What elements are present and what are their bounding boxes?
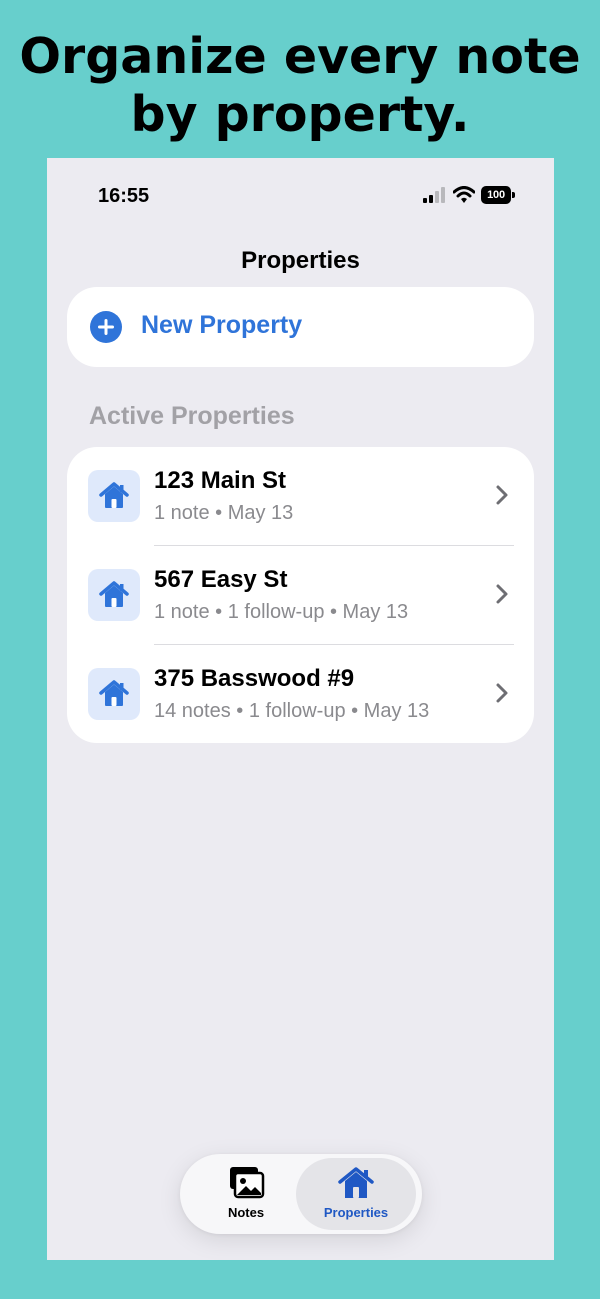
property-row[interactable]: 123 Main St 1 note • May 13	[67, 447, 534, 545]
house-icon	[99, 581, 129, 607]
property-row[interactable]: 375 Basswood #9 14 notes • 1 follow-up •…	[67, 645, 534, 743]
tab-notes[interactable]: Notes	[202, 1154, 290, 1234]
wifi-icon	[453, 186, 475, 203]
headline-line-1: Organize every note	[19, 28, 581, 85]
property-meta: 14 notes • 1 follow-up • May 13	[154, 700, 430, 722]
property-row[interactable]: 567 Easy St 1 note • 1 follow-up • May 1…	[67, 546, 534, 644]
property-icon-tile	[88, 668, 140, 720]
status-bar: 16:55 100	[47, 158, 554, 238]
property-title: 567 Easy St	[154, 566, 288, 593]
property-icon-tile	[88, 569, 140, 621]
house-icon	[338, 1167, 374, 1198]
new-property-label: New Property	[141, 311, 303, 339]
chevron-right-icon	[496, 584, 508, 604]
headline-line-2: by property.	[130, 86, 470, 143]
cellular-signal-icon	[423, 187, 445, 203]
battery-icon: 100	[481, 186, 515, 204]
phone-screen: 16:55 100 Properties New Property Active…	[47, 158, 554, 1260]
property-title: 375 Basswood #9	[154, 665, 355, 692]
property-icon-tile	[88, 470, 140, 522]
property-meta: 1 note • May 13	[154, 502, 294, 524]
status-time: 16:55	[98, 185, 150, 207]
properties-list: 123 Main St 1 note • May 13 567 Easy St …	[67, 447, 534, 743]
photos-icon	[230, 1167, 265, 1199]
new-property-button[interactable]: New Property	[67, 287, 534, 367]
tab-bar: Notes Properties	[180, 1154, 422, 1234]
section-header-active-properties: Active Properties	[89, 402, 295, 430]
property-meta: 1 note • 1 follow-up • May 13	[154, 601, 409, 623]
house-icon	[99, 482, 129, 508]
battery-level: 100	[481, 186, 511, 204]
page-title: Properties	[241, 247, 360, 274]
chevron-right-icon	[496, 485, 508, 505]
plus-circle-icon	[90, 311, 122, 343]
tab-properties-label: Properties	[323, 1205, 389, 1220]
chevron-right-icon	[496, 683, 508, 703]
headline: Organize every note by property.	[0, 28, 600, 144]
property-title: 123 Main St	[154, 467, 287, 494]
tab-notes-label: Notes	[227, 1205, 265, 1220]
house-icon	[99, 680, 129, 706]
tab-properties[interactable]: Properties	[296, 1154, 416, 1234]
